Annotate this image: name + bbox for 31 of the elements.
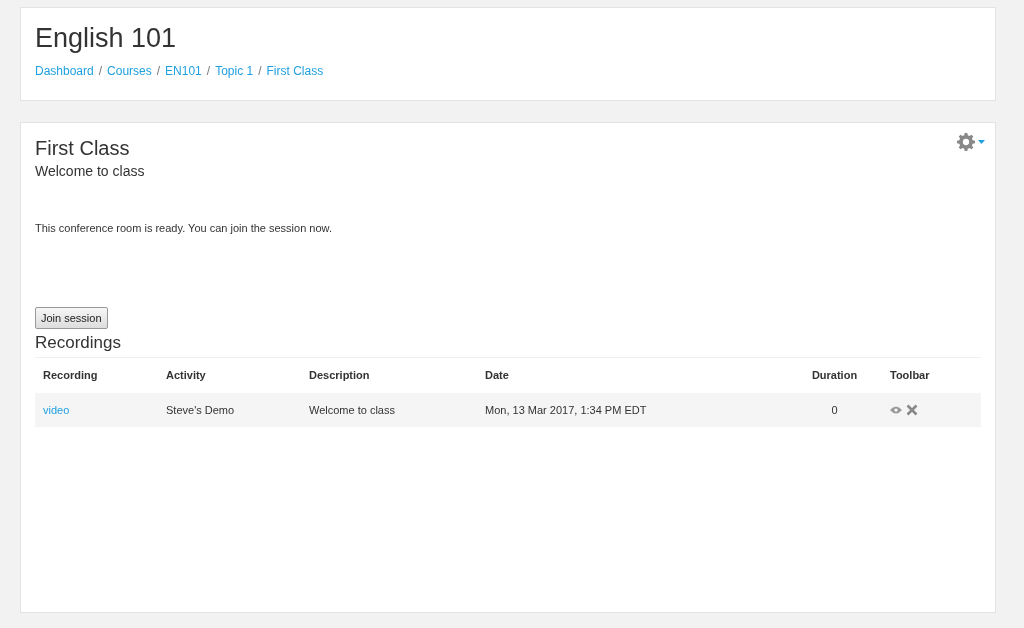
- status-message: This conference room is ready. You can join the session now.: [35, 221, 333, 236]
- table-cell: Mon, 13 Mar 2017, 1:34 PM EDT: [477, 392, 787, 428]
- column-header: Activity: [158, 357, 301, 393]
- breadcrumb-separator: /: [98, 63, 103, 81]
- activity-title: First Class: [35, 136, 130, 161]
- caret-icon: [978, 140, 985, 144]
- breadcrumb-separator: /: [206, 63, 211, 81]
- activity-subtitle: Welcome to class: [35, 162, 146, 181]
- breadcrumb-separator: /: [156, 63, 161, 81]
- course-title: English 101: [35, 22, 178, 55]
- breadcrumb-separator: /: [258, 63, 262, 81]
- settings-menu[interactable]: [957, 133, 985, 151]
- table-cell: Steve's Demo: [158, 392, 301, 428]
- column-header: Recording: [35, 357, 158, 393]
- eye-icon[interactable]: [890, 405, 902, 414]
- delete-icon[interactable]: [906, 403, 918, 416]
- breadcrumb-link[interactable]: Topic 1: [215, 62, 254, 81]
- recordings-heading: Recordings: [35, 333, 122, 354]
- column-header: Date: [477, 357, 787, 393]
- settings-icon: [957, 133, 975, 151]
- breadcrumb-link[interactable]: Courses: [107, 62, 152, 81]
- breadcrumb-link[interactable]: Dashboard: [35, 62, 94, 81]
- breadcrumb-link[interactable]: First Class: [266, 62, 324, 81]
- breadcrumb-link[interactable]: EN101: [165, 62, 202, 81]
- table-cell: 0: [787, 392, 882, 428]
- join-session-button[interactable]: Join session: [35, 306, 108, 329]
- column-header: Duration: [787, 357, 882, 393]
- recording-link[interactable]: video: [43, 403, 70, 416]
- column-header: Description: [301, 357, 477, 393]
- column-header: Toolbar: [882, 357, 981, 393]
- table-cell: Welcome to class: [301, 392, 477, 428]
